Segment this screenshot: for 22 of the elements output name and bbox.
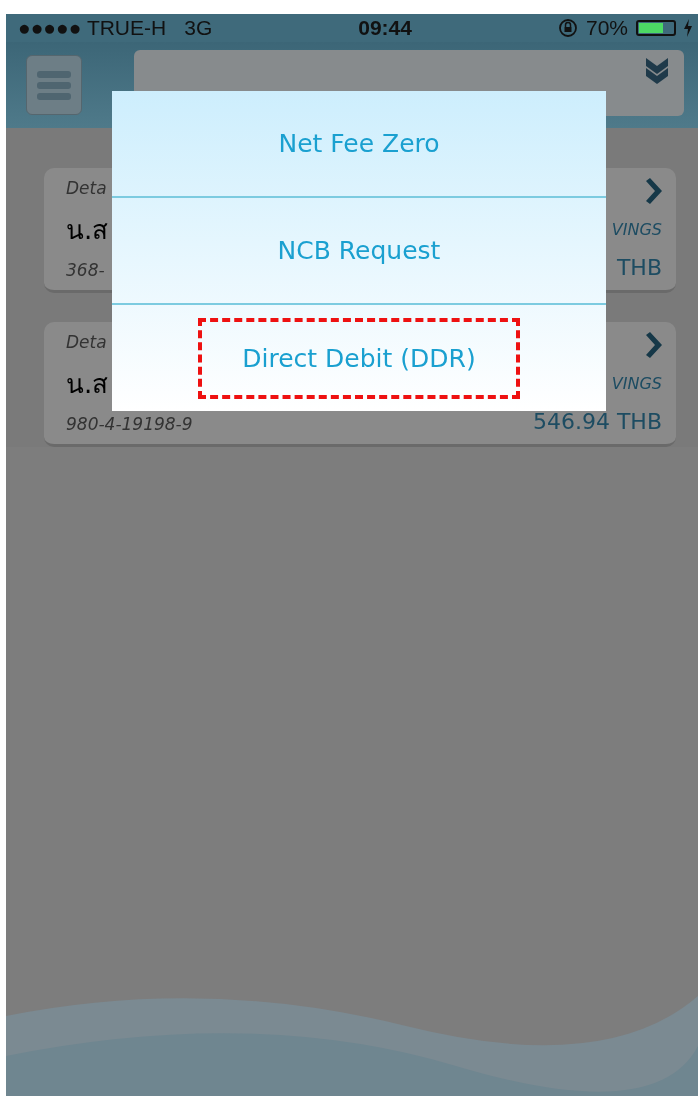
account-number: 368- [66, 260, 106, 280]
double-chevron-down-icon [644, 56, 670, 86]
rotation-lock-icon [557, 18, 578, 38]
account-type: VINGS [611, 374, 662, 393]
card-label: Deta [66, 178, 108, 198]
menu-item[interactable]: NCB Request [112, 198, 606, 305]
account-name: น.ส [66, 367, 110, 401]
account-name: น.ส [66, 213, 109, 247]
carrier-name: ●●●●● TRUE-H [18, 16, 167, 40]
account-type: VINGS [611, 220, 662, 239]
menu-item[interactable]: Net Fee Zero [112, 91, 606, 198]
battery-icon [636, 20, 676, 36]
menu-button[interactable] [26, 55, 82, 115]
account-balance: 546.94 THB [532, 409, 662, 434]
account-balance: THB [616, 255, 662, 280]
clock-time: 09:44 [358, 16, 412, 40]
chevron-right-icon [644, 178, 662, 204]
card-label: Deta [66, 332, 108, 352]
network-type: 3G [184, 16, 213, 40]
chevron-right-icon [644, 332, 662, 358]
account-number: 980-4-19198-9 [66, 414, 193, 434]
battery-percent: 70% [585, 16, 628, 40]
